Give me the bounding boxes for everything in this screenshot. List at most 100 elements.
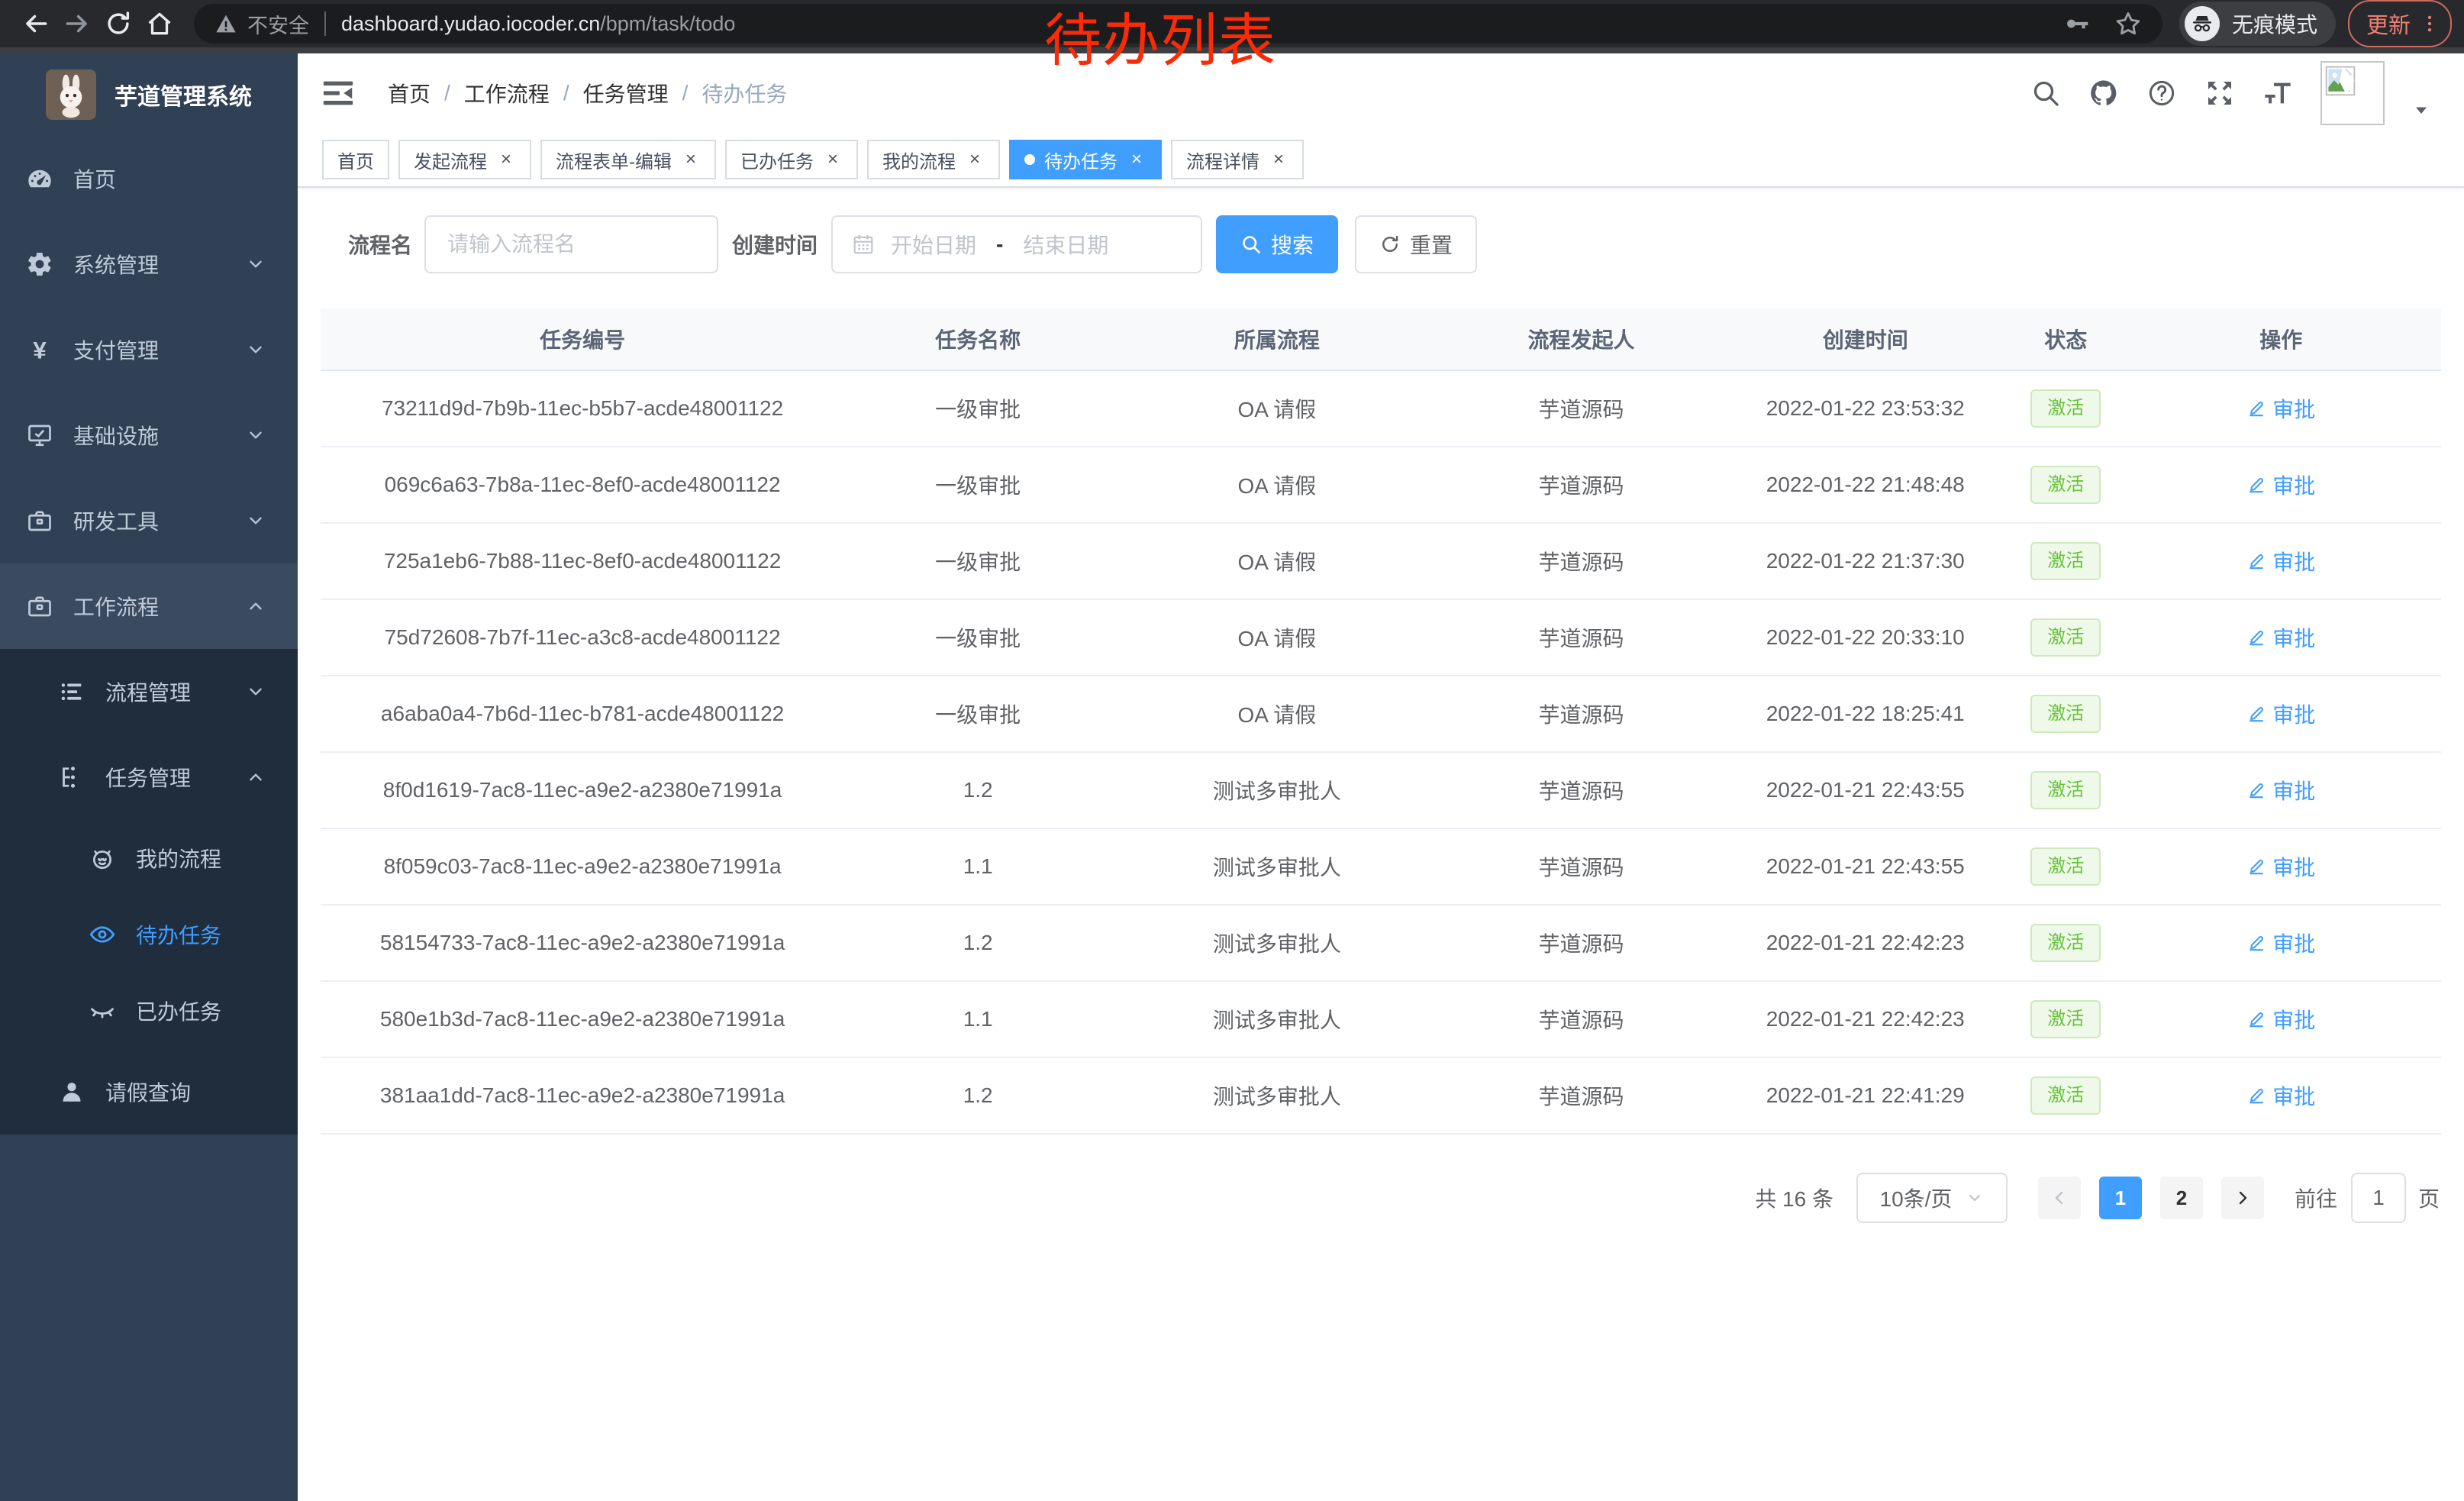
approve-link[interactable]: 审批: [2246, 851, 2315, 882]
password-key-icon[interactable]: [2063, 10, 2091, 37]
chevron-down-icon: [1966, 1189, 1984, 1207]
breadcrumb-item-3[interactable]: 任务管理: [583, 78, 669, 108]
chevron-down-icon: [246, 682, 266, 702]
cell-initiator: 芋道源码: [1443, 699, 1721, 729]
cell-status: 激活: [2011, 1077, 2121, 1115]
cell-action: 审批: [2121, 699, 2440, 729]
cell-action: 审批: [2121, 851, 2440, 882]
sidebar-item-4[interactable]: 基础设施: [0, 392, 298, 478]
header-actions: [2030, 61, 2430, 125]
reset-button[interactable]: 重置: [1355, 215, 1477, 273]
cell-action: 审批: [2121, 393, 2440, 424]
search-button[interactable]: 搜索: [1216, 215, 1338, 273]
browser-update-button[interactable]: 更新: [2348, 0, 2452, 47]
page-size-select[interactable]: 10条/页: [1856, 1173, 2008, 1223]
browser-reload-button[interactable]: [98, 3, 139, 44]
sidebar-logo[interactable]: 芋道管理系统: [0, 53, 298, 136]
edit-icon: [2246, 1086, 2266, 1106]
edit-icon: [2246, 933, 2266, 953]
next-page-button[interactable]: [2221, 1177, 2264, 1219]
page-button-2[interactable]: 2: [2160, 1177, 2203, 1219]
kebab-menu-icon[interactable]: [2418, 12, 2441, 35]
breadcrumb-item-1[interactable]: 首页: [388, 78, 431, 108]
sidebar-item-3[interactable]: ¥支付管理: [0, 307, 298, 392]
close-icon[interactable]: ×: [965, 150, 985, 169]
github-icon[interactable]: [2088, 78, 2119, 108]
cell-task-id: 58154733-7ac8-11ec-a9e2-a2380e71991a: [321, 931, 844, 955]
column-header: 操作: [2121, 324, 2440, 354]
bookmark-star-icon[interactable]: [2114, 9, 2143, 38]
search-icon[interactable]: [2030, 78, 2061, 108]
table-row-9: 580e1b3d-7ac8-11ec-a9e2-a2380e71991a1.1测…: [321, 982, 2441, 1058]
cell-status: 激活: [2011, 389, 2121, 428]
approve-link-label: 审批: [2272, 1080, 2315, 1111]
date-range-picker[interactable]: 开始日期 - 结束日期: [831, 215, 1202, 273]
approve-link[interactable]: 审批: [2246, 1004, 2315, 1035]
sidebar-item-label: 首页: [73, 163, 116, 194]
sidebar-item-10[interactable]: 待办任务: [0, 896, 298, 973]
sidebar-item-label: 系统管理: [73, 249, 159, 279]
cell-action: 审批: [2121, 622, 2440, 653]
cell-task-name: 1.2: [844, 1083, 1111, 1108]
breadcrumb-item-4: 待办任务: [701, 78, 787, 108]
close-icon[interactable]: ×: [823, 150, 843, 169]
sidebar-item-11[interactable]: 已办任务: [0, 973, 298, 1049]
sidebar-item-8[interactable]: 任务管理: [0, 734, 298, 820]
sidebar-item-12[interactable]: 请假查询: [0, 1049, 298, 1135]
page-button-1[interactable]: 1: [2099, 1177, 2142, 1219]
tab-1[interactable]: 首页: [322, 140, 389, 179]
sidebar-item-1[interactable]: 首页: [0, 136, 298, 221]
approve-link[interactable]: 审批: [2246, 470, 2315, 500]
cell-initiator: 芋道源码: [1443, 393, 1721, 424]
tab-2[interactable]: 发起流程×: [398, 140, 531, 179]
security-label[interactable]: 不安全: [247, 9, 309, 39]
tab-5[interactable]: 我的流程×: [867, 140, 1000, 179]
goto-page-input[interactable]: [2351, 1173, 2406, 1223]
prev-page-button[interactable]: [2038, 1177, 2081, 1219]
cell-process: OA 请假: [1111, 470, 1442, 500]
table-row-2: 069c6a63-7b8a-11ec-8ef0-acde48001122一级审批…: [321, 447, 2441, 524]
approve-link[interactable]: 审批: [2246, 928, 2315, 958]
sidebar-item-7[interactable]: 流程管理: [0, 649, 298, 734]
approve-link[interactable]: 审批: [2246, 699, 2315, 729]
browser-home-button[interactable]: [139, 3, 180, 44]
cell-initiator: 芋道源码: [1443, 546, 1721, 576]
chevron-up-icon: [246, 596, 266, 616]
status-badge: 激活: [2030, 1000, 2101, 1038]
cell-action: 审批: [2121, 470, 2440, 500]
sidebar-item-2[interactable]: 系统管理: [0, 221, 298, 307]
avatar[interactable]: [2320, 61, 2385, 125]
column-header: 任务编号: [321, 324, 844, 354]
tab-3[interactable]: 流程表单-编辑×: [540, 140, 716, 179]
close-icon[interactable]: ×: [496, 150, 516, 169]
cell-task-name: 一级审批: [844, 622, 1111, 653]
sidebar-item-9[interactable]: 我的流程: [0, 820, 298, 896]
close-icon[interactable]: ×: [1127, 150, 1147, 169]
tab-6[interactable]: 待办任务×: [1009, 140, 1162, 179]
sidebar-item-5[interactable]: 研发工具: [0, 478, 298, 563]
approve-link[interactable]: 审批: [2246, 393, 2315, 424]
sidebar-item-6[interactable]: 工作流程: [0, 563, 298, 649]
browser-back-button[interactable]: [15, 3, 56, 44]
process-name-input[interactable]: [424, 215, 718, 273]
fullscreen-icon[interactable]: [2204, 78, 2235, 108]
approve-link[interactable]: 审批: [2246, 546, 2315, 576]
browser-forward-button[interactable]: [56, 3, 98, 44]
address-bar[interactable]: 不安全 dashboard.yudao.iocoder.cn /bpm/task…: [194, 4, 2162, 44]
close-icon[interactable]: ×: [681, 150, 701, 169]
font-size-icon[interactable]: [2262, 78, 2293, 108]
cell-initiator: 芋道源码: [1443, 1080, 1721, 1111]
tab-7[interactable]: 流程详情×: [1171, 140, 1304, 179]
create-time-label: 创建时间: [732, 229, 818, 260]
breadcrumb-item-2[interactable]: 工作流程: [464, 78, 550, 108]
help-icon[interactable]: [2146, 78, 2177, 108]
close-icon[interactable]: ×: [1269, 150, 1288, 169]
avatar-caret-down-icon[interactable]: [2412, 101, 2430, 119]
approve-link[interactable]: 审批: [2246, 775, 2315, 805]
dashboard-icon: [26, 165, 53, 192]
tab-4[interactable]: 已办任务×: [725, 140, 858, 179]
approve-link[interactable]: 审批: [2246, 622, 2315, 653]
hamburger-icon[interactable]: [321, 76, 356, 111]
approve-link[interactable]: 审批: [2246, 1080, 2315, 1111]
cell-created-time: 2022-01-21 22:42:23: [1720, 931, 2011, 955]
